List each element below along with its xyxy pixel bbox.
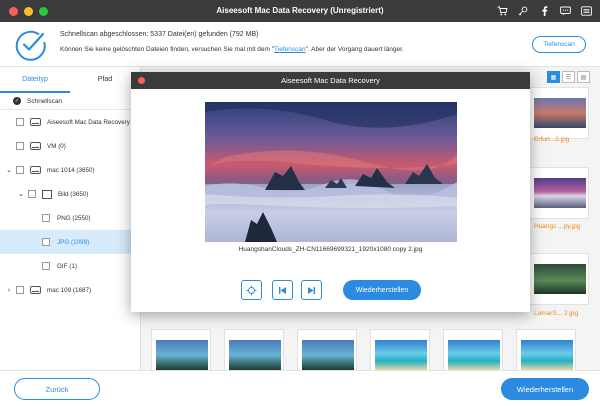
- view-toggles: ▦ ☰ ▤: [547, 71, 590, 83]
- tree-item-mac-1014[interactable]: ⌄ mac 1014 (3650): [0, 158, 140, 182]
- thumbnail-image: [534, 98, 586, 128]
- crosshair-icon: [246, 285, 257, 295]
- dialog-title: Aiseesoft Mac Data Recovery: [281, 76, 380, 85]
- chevron-down-icon[interactable]: ⌄: [17, 190, 25, 198]
- app-window: Aiseesoft Mac Data Recovery (Unregistrie…: [0, 0, 600, 406]
- file-thumbnail[interactable]: [443, 329, 503, 370]
- tree-item-label: JPG (1099): [57, 238, 90, 246]
- deep-scan-button[interactable]: Tiefenscan: [532, 36, 586, 53]
- thumbnail-filename: Huangs....py.jpg: [534, 223, 581, 230]
- tree-checkbox[interactable]: [42, 262, 50, 270]
- scan-hint-text: Können Sie keine gelöschten Dateien find…: [60, 46, 404, 53]
- preview-image: [205, 102, 457, 242]
- sidebar: Dateityp Pfad ✓ Schnellscan Aiseesoft Ma…: [0, 67, 141, 370]
- facebook-icon[interactable]: [538, 4, 550, 17]
- file-thumbnail[interactable]: [529, 87, 589, 139]
- file-thumbnail[interactable]: [529, 253, 589, 305]
- skip-forward-icon: [308, 286, 315, 294]
- key-icon[interactable]: [517, 4, 529, 17]
- tab-path[interactable]: Pfad: [70, 67, 140, 93]
- skip-back-icon: [279, 286, 286, 294]
- tree-item-jpg[interactable]: JPG (1099): [0, 230, 140, 254]
- tab-file-type[interactable]: Dateityp: [0, 67, 70, 93]
- scan-mode-selector[interactable]: ✓ Schnellscan: [0, 93, 140, 110]
- tree-item-bild[interactable]: ⌄ Bild (3650): [0, 182, 140, 206]
- tree-checkbox[interactable]: [42, 238, 50, 246]
- thumbnail-image: [521, 340, 573, 370]
- tree-checkbox[interactable]: [28, 190, 36, 198]
- tree-checkbox[interactable]: [16, 142, 24, 150]
- detail-view-icon[interactable]: ▤: [577, 71, 590, 83]
- tree-item-label: Bild (3650): [58, 190, 89, 198]
- cart-icon[interactable]: [496, 4, 508, 17]
- next-image-button[interactable]: [301, 280, 322, 300]
- restore-button[interactable]: Wiederherstellen: [501, 378, 589, 400]
- active-tab-indicator: [0, 91, 70, 93]
- thumbnail-image: [302, 340, 354, 370]
- thumbnail-image: [534, 264, 586, 294]
- thumbnail-image: [534, 178, 586, 208]
- file-thumbnail[interactable]: [516, 329, 576, 370]
- tree-checkbox[interactable]: [16, 118, 24, 126]
- tree-item-label: GIF (1): [57, 262, 77, 270]
- chat-icon[interactable]: [559, 4, 571, 17]
- thumbnail-filename: LamarS... 2.jpg: [534, 310, 579, 317]
- file-thumbnail[interactable]: [151, 329, 211, 370]
- tree-item-recovery-root[interactable]: Aiseesoft Mac Data Recovery: [0, 110, 140, 134]
- tree-checkbox[interactable]: [16, 286, 24, 294]
- tree-item-gif[interactable]: GIF (1): [0, 254, 140, 278]
- preview-filename: HuangshanClouds_ZH-CN11669699321_1920x10…: [238, 246, 423, 253]
- tree-checkbox[interactable]: [42, 214, 50, 222]
- preview-dialog: Aiseesoft Mac Data Recovery HuangshanClo…: [131, 72, 530, 312]
- disk-icon: [30, 142, 41, 150]
- image-icon: [42, 189, 52, 199]
- dialog-restore-button[interactable]: Wiederherstellen: [343, 280, 421, 300]
- hint-text-after: ". Aber der Vorgang dauert länger.: [305, 46, 404, 53]
- tree-item-label: PNG (2550): [57, 214, 91, 222]
- file-thumbnail[interactable]: [529, 167, 589, 219]
- back-button[interactable]: Zurück: [14, 378, 100, 400]
- previous-image-button[interactable]: [272, 280, 293, 300]
- scan-status-header: Schnellscan abgeschlossen: 5337 Datei(en…: [0, 22, 600, 67]
- file-thumbnail[interactable]: [370, 329, 430, 370]
- tree-checkbox[interactable]: [16, 166, 24, 174]
- disk-icon: [30, 118, 41, 126]
- thumbnail-image: [156, 340, 208, 370]
- bottom-bar: Zurück Wiederherstellen: [0, 370, 600, 406]
- file-thumbnail[interactable]: [224, 329, 284, 370]
- tree-item-png[interactable]: PNG (2550): [0, 206, 140, 230]
- chevron-right-icon[interactable]: ›: [5, 287, 13, 294]
- deep-scan-link[interactable]: Tiefenscan: [274, 46, 306, 53]
- check-radio-icon: ✓: [13, 97, 21, 105]
- scan-summary-text: Schnellscan abgeschlossen: 5337 Datei(en…: [60, 31, 259, 38]
- tree-item-label: VM (0): [47, 142, 66, 150]
- thumbnail-image: [448, 340, 500, 370]
- tree-item-label: Aiseesoft Mac Data Recovery: [47, 118, 130, 126]
- dialog-title-bar: Aiseesoft Mac Data Recovery: [131, 72, 530, 89]
- list-view-icon[interactable]: ☰: [562, 71, 575, 83]
- menu-icon[interactable]: [580, 4, 592, 17]
- title-icons: [496, 4, 592, 17]
- fit-screen-button[interactable]: [241, 280, 262, 300]
- sidebar-tabs: Dateityp Pfad: [0, 67, 140, 93]
- disk-icon: [30, 286, 41, 294]
- tree-item-label: mac 109 (1687): [47, 286, 92, 294]
- chevron-down-icon[interactable]: ⌄: [5, 166, 13, 174]
- grid-view-icon[interactable]: ▦: [547, 71, 560, 83]
- title-bar: Aiseesoft Mac Data Recovery (Unregistrie…: [0, 0, 600, 22]
- thumbnail-filename: Erfurt...2.jpg: [534, 136, 570, 143]
- thumbnail-image: [229, 340, 281, 370]
- thumbnail-image: [375, 340, 427, 370]
- tree-item-mac-109[interactable]: › mac 109 (1687): [0, 278, 140, 302]
- disk-icon: [30, 166, 41, 174]
- tree-item-vm[interactable]: VM (0): [0, 134, 140, 158]
- scan-mode-label: Schnellscan: [27, 97, 63, 105]
- file-thumbnail[interactable]: [297, 329, 357, 370]
- hint-text-before: Können Sie keine gelöschten Dateien find…: [60, 46, 275, 53]
- tree-item-label: mac 1014 (3650): [47, 166, 95, 174]
- success-check-icon: [15, 30, 46, 61]
